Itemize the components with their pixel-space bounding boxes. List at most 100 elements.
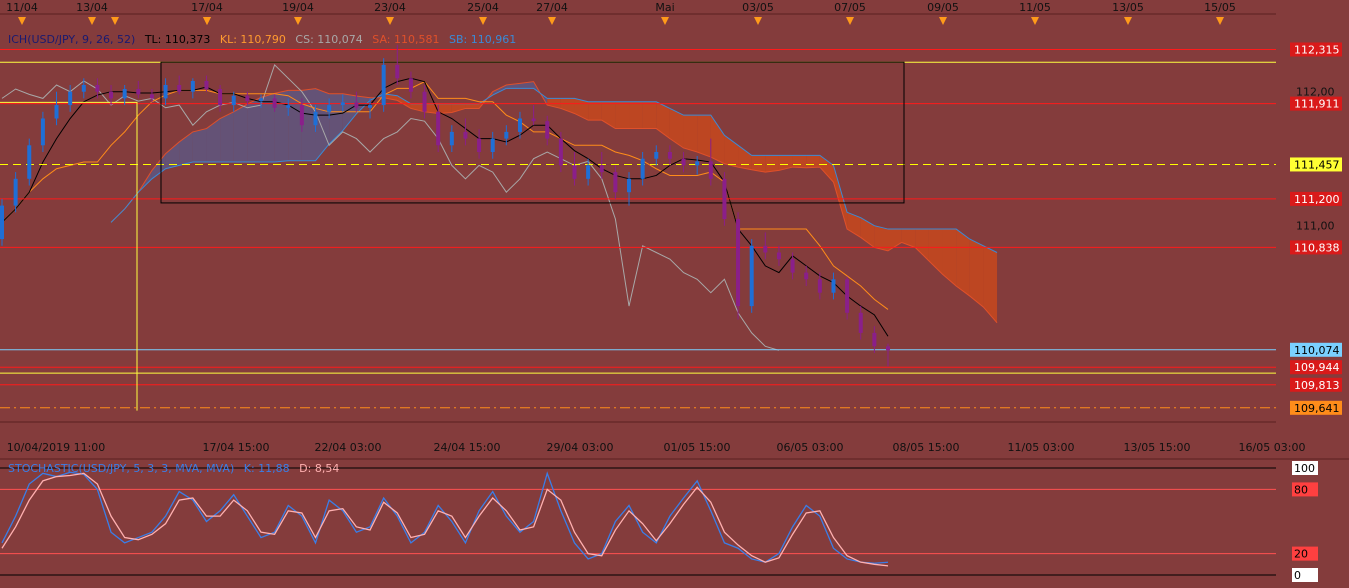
candle-body	[272, 98, 277, 108]
bottom-date-label: 10/04/2019 11:00	[7, 441, 106, 454]
candle-body	[545, 121, 550, 139]
ichimoku-cloud-segment	[792, 155, 807, 168]
ichimoku-cloud-segment	[451, 103, 466, 113]
candle-body	[177, 85, 182, 92]
bottom-date-label: 08/05 15:00	[893, 441, 960, 454]
candle-body	[736, 219, 741, 307]
candle-body	[163, 85, 168, 99]
top-date-label: Mai	[655, 1, 674, 14]
candle-body	[708, 161, 713, 179]
ichimoku-cloud-segment	[833, 165, 848, 230]
candle-body	[817, 279, 822, 293]
top-date-label: 03/05	[742, 1, 774, 14]
ichimoku-cloud-segment	[192, 128, 207, 163]
event-marker-icon	[18, 17, 26, 25]
legend-kl: KL: 110,790	[219, 33, 286, 46]
ichimoku-cloud-segment	[778, 155, 793, 171]
chart-canvas[interactable]: 11/04 13/04 17/04 19/04 23/04 25/04 27/04 Mai 03…	[0, 0, 1349, 588]
candle-body	[490, 138, 495, 152]
candle-body	[81, 85, 86, 92]
ichimoku-cloud-segment	[697, 115, 711, 158]
bottom-date-label: 17/04 15:00	[203, 441, 270, 454]
candle-body	[109, 91, 114, 99]
price-label-text: 111,200	[1294, 193, 1340, 206]
bottom-date-label: 22/04 03:00	[315, 441, 382, 454]
legend-title: ICH(USD/JPY, 9, 26, 52)	[8, 33, 136, 46]
event-marker-icon	[479, 17, 487, 25]
candle-body	[763, 245, 768, 253]
top-date-label: 11/04	[6, 1, 38, 14]
candle-body	[886, 346, 890, 351]
candle-body	[368, 105, 373, 108]
event-marker-icon	[1124, 17, 1132, 25]
ichimoku-cloud-segment	[806, 155, 820, 168]
ichimoku-legend: ICH(USD/JPY, 9, 26, 52) TL: 110,373 KL: …	[8, 33, 522, 46]
candle-body	[640, 158, 645, 179]
candle-body	[858, 312, 863, 333]
candle-body	[0, 205, 4, 240]
stoch-title: STOCHASTIC(USD/JPY, 5, 3, 3, MVA, MVA)	[8, 462, 235, 475]
stoch-level-label: 20	[1294, 548, 1308, 561]
ichimoku-cloud-segment	[220, 111, 234, 163]
candle-body	[845, 279, 850, 313]
top-date-label: 25/04	[467, 1, 499, 14]
legend-sb: SB: 110,961	[449, 33, 517, 46]
price-label-text: 110,074	[1294, 344, 1340, 357]
candle-body	[299, 105, 304, 126]
candle-body	[558, 138, 563, 166]
price-label-text: 112,315	[1294, 43, 1340, 56]
candle-body	[436, 111, 441, 146]
candle-body	[190, 80, 195, 92]
top-date-label: 17/04	[191, 1, 223, 14]
price-label-text: 110,838	[1294, 241, 1340, 254]
bottom-date-label: 06/05 03:00	[777, 441, 844, 454]
stoch-level-label: 100	[1294, 462, 1315, 475]
event-marker-icon	[1216, 17, 1224, 25]
ichimoku-cloud-segment	[301, 88, 316, 161]
candle-body	[722, 178, 727, 219]
ichimoku-cloud-segment	[629, 101, 643, 129]
candle-body	[54, 105, 59, 119]
kijun-line	[1, 81, 889, 310]
stochastic-k-line	[1, 471, 889, 564]
stoch-level-label: 80	[1294, 483, 1308, 496]
candle-body	[68, 91, 73, 106]
price-label-text: 109,813	[1294, 379, 1340, 392]
candle-body	[340, 102, 345, 106]
candle-body	[504, 131, 509, 139]
bottom-date-label: 16/05 03:00	[1239, 441, 1306, 454]
ichimoku-cloud-segment	[206, 118, 221, 163]
candle-body	[627, 178, 632, 193]
event-marker-icon	[939, 17, 947, 25]
ichimoku-cloud-segment	[915, 229, 929, 261]
price-label-text: 111,911	[1294, 98, 1340, 111]
event-marker-icon	[1031, 17, 1039, 25]
candle-body	[27, 145, 32, 179]
event-marker-icon	[88, 17, 96, 25]
stoch-k: K: 11,88	[243, 462, 290, 475]
ichimoku-cloud-segment	[151, 153, 166, 179]
event-marker-icon	[203, 17, 211, 25]
price-label-text: 111,457	[1294, 158, 1340, 171]
ichimoku-cloud-segment	[683, 115, 698, 152]
candle-body	[286, 105, 291, 108]
ichimoku-cloud-segment	[956, 229, 970, 297]
candle-body	[613, 172, 618, 193]
candle-body	[40, 118, 45, 146]
legend-sa: SA: 110,581	[372, 33, 440, 46]
candle-body	[667, 152, 672, 159]
ichimoku-cloud-segment	[288, 90, 302, 161]
candle-body	[258, 98, 263, 102]
stoch-level-label: 0	[1294, 569, 1301, 582]
candle-body	[136, 89, 141, 95]
price-tick-label: 111,00	[1296, 220, 1335, 233]
candle-body	[872, 332, 877, 347]
candle-body	[149, 94, 154, 99]
ichimoku-cloud-segment	[329, 93, 343, 144]
candle-body	[245, 95, 250, 102]
candle-body	[381, 64, 386, 106]
event-marker-icon	[294, 17, 302, 25]
candle-body	[354, 102, 359, 108]
bottom-date-label: 24/04 15:00	[434, 441, 501, 454]
candle-body	[599, 165, 604, 173]
